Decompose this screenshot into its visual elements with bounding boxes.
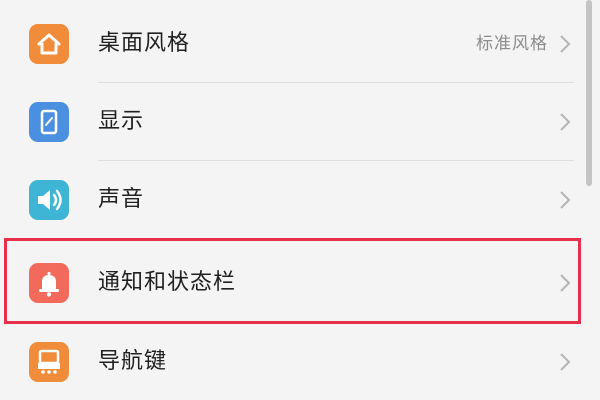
bell-icon [29, 263, 69, 303]
scrollbar[interactable] [586, 0, 592, 186]
settings-item-desktop-style[interactable]: 桌面风格 标准风格 [0, 5, 600, 83]
chevron-right-icon [560, 35, 571, 53]
settings-item-sound[interactable]: 声音 [0, 161, 600, 239]
settings-item-label: 桌面风格 [98, 31, 191, 56]
chevron-right-icon [560, 274, 571, 292]
settings-item-label: 通知和状态栏 [98, 270, 237, 295]
chevron-right-icon [560, 191, 571, 209]
settings-item-value: 标准风格 [476, 34, 548, 54]
settings-item-notifications[interactable]: 通知和状态栏 [0, 244, 600, 322]
settings-item-navigation-keys[interactable]: 导航键 [0, 323, 600, 400]
display-icon [29, 102, 69, 142]
home-icon [29, 24, 69, 64]
chevron-right-icon [560, 113, 571, 131]
settings-item-label: 导航键 [98, 349, 168, 374]
navigation-icon [29, 342, 69, 382]
settings-item-label: 声音 [98, 187, 145, 212]
settings-screen: 桌面风格 标准风格 显示 声音 通知和状态栏 导航键 [0, 0, 600, 400]
settings-item-display[interactable]: 显示 [0, 83, 600, 161]
chevron-right-icon [560, 353, 571, 371]
settings-item-label: 显示 [98, 109, 145, 134]
speaker-icon [29, 180, 69, 220]
